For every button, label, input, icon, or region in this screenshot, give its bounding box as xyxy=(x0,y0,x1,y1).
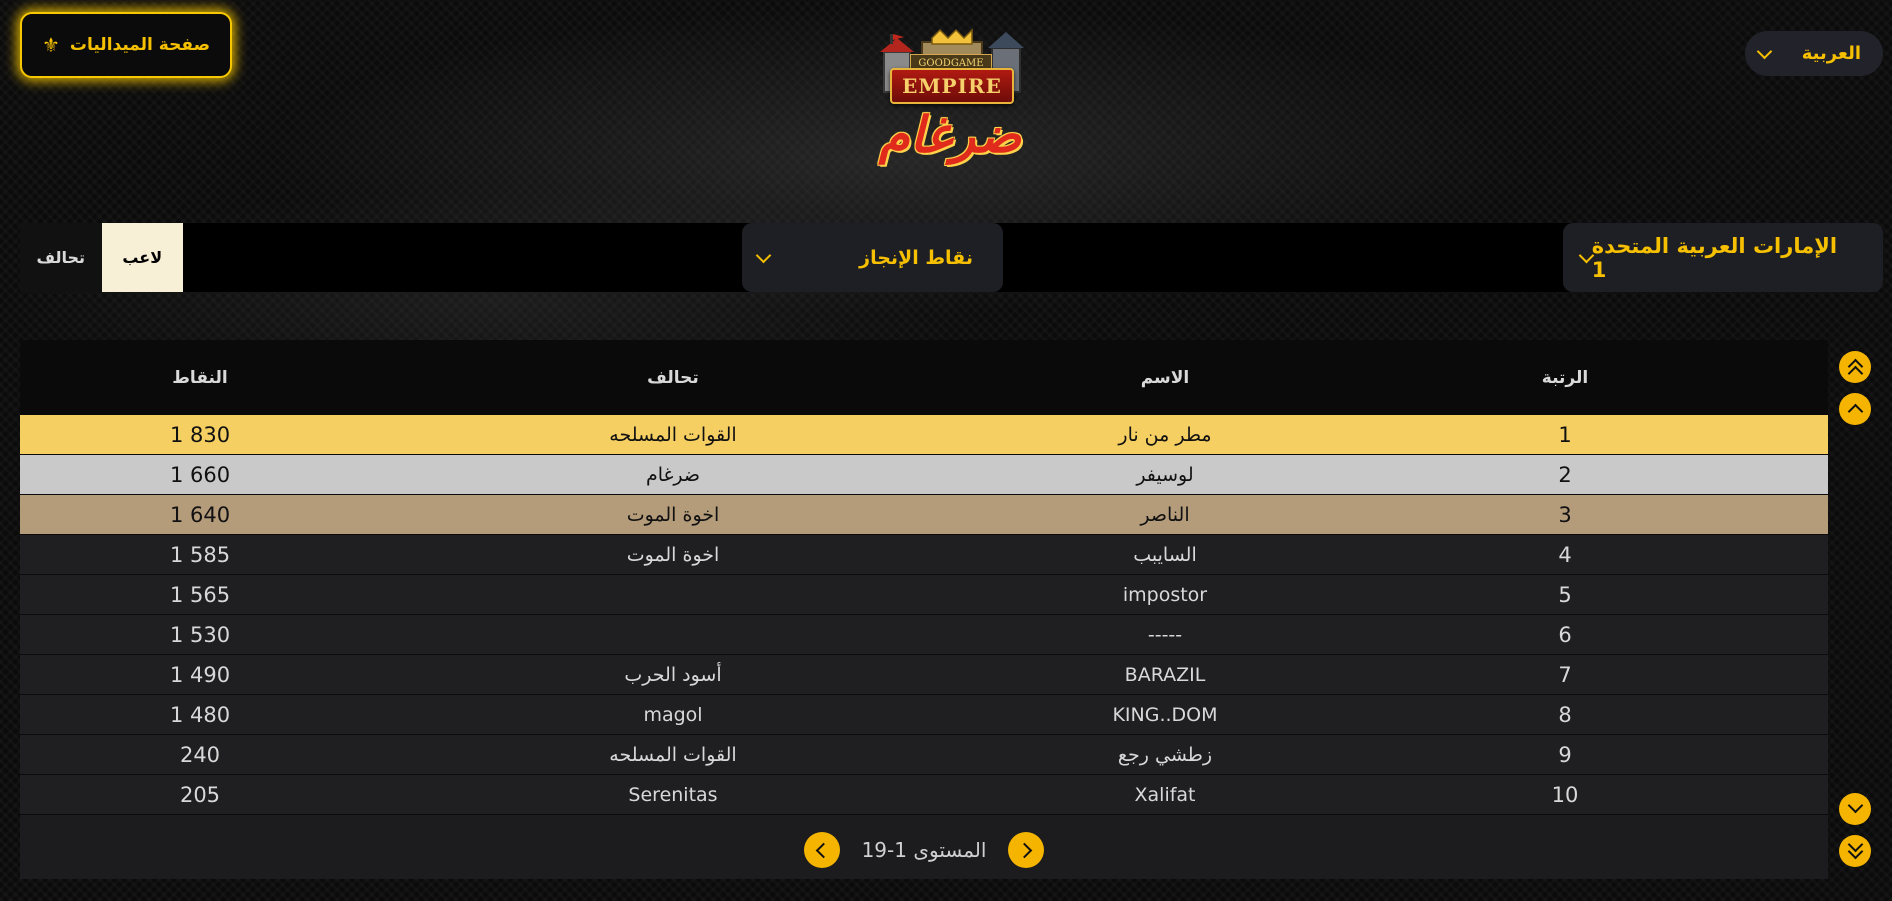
header-name: الاسم xyxy=(1140,367,1190,388)
table-row[interactable]: 1 مطر من نار القوات المسلحه 1 830 xyxy=(20,415,1828,455)
chevron-left-icon xyxy=(815,842,832,858)
cell-alliance[interactable] xyxy=(420,575,926,614)
table-row[interactable]: 8 KING..DOM magol 1 480 xyxy=(20,695,1828,735)
table-row[interactable]: 10 Xalifat Serenitas 205 xyxy=(20,775,1828,815)
cell-points: 1 640 xyxy=(169,502,231,527)
cell-alliance[interactable]: اخوة الموت xyxy=(420,535,926,574)
header-alliance: تحالف xyxy=(647,367,699,388)
chevron-down-icon xyxy=(755,247,772,263)
table-row[interactable]: 7 BARAZIL أسود الحرب 1 490 xyxy=(20,655,1828,695)
scroll-down-button[interactable] xyxy=(1839,793,1871,825)
server-label: الإمارات العربية المتحدة 1 xyxy=(1591,233,1838,282)
player-alliance-toggle: تحالف لاعب xyxy=(20,223,183,292)
medals-page-label: صفحة الميداليات xyxy=(69,35,211,55)
cell-rank: 8 xyxy=(1558,702,1572,727)
cell-name[interactable]: زطشي رجع xyxy=(920,735,1410,774)
cell-points: 1 490 xyxy=(169,662,231,687)
cell-alliance[interactable]: القوات المسلحه xyxy=(420,735,926,774)
scroll-to-bottom-button[interactable] xyxy=(1839,835,1871,867)
cell-name[interactable]: BARAZIL xyxy=(920,655,1410,694)
language-select[interactable]: العربية xyxy=(1745,31,1883,76)
cell-rank: 4 xyxy=(1558,542,1572,567)
cell-name[interactable]: الناصر xyxy=(920,495,1410,534)
toggle-alliance[interactable]: تحالف xyxy=(20,223,102,292)
cell-points: 1 530 xyxy=(169,622,231,647)
chevron-right-icon xyxy=(1016,842,1033,858)
prev-page-button[interactable] xyxy=(803,832,840,868)
cell-rank: 5 xyxy=(1558,582,1572,607)
cell-name[interactable]: مطر من نار xyxy=(920,415,1410,454)
header-points: النقاط xyxy=(172,367,228,388)
cell-points: 205 xyxy=(179,782,221,807)
cell-rank: 10 xyxy=(1551,782,1579,807)
fleur-de-lis-icon: ⚜ xyxy=(41,33,60,57)
cell-points: 1 830 xyxy=(169,422,231,447)
cell-points: 1 585 xyxy=(169,542,231,567)
scroll-up-button[interactable] xyxy=(1839,393,1871,425)
logo-empire-text: EMPIRE xyxy=(890,68,1014,104)
table-row[interactable]: 6 ----- 1 530 xyxy=(20,615,1828,655)
cell-name[interactable]: لوسيفر xyxy=(920,455,1410,494)
cell-name[interactable]: KING..DOM xyxy=(920,695,1410,734)
cell-points: 1 660 xyxy=(169,462,231,487)
logo-clan-name: ضرغام xyxy=(878,106,1022,164)
cell-alliance[interactable]: أسود الحرب xyxy=(420,655,926,694)
cell-rank: 2 xyxy=(1558,462,1572,487)
toggle-player[interactable]: لاعب xyxy=(101,223,183,292)
pagination: المستوى 1-19 xyxy=(20,825,1828,875)
chevron-down-icon xyxy=(1756,43,1773,59)
ranking-table: الرتبة الاسم تحالف النقاط 1 مطر من نار ا… xyxy=(20,340,1828,879)
category-label: نقاط الإنجاز xyxy=(859,246,973,269)
cell-name[interactable]: impostor xyxy=(920,575,1410,614)
cell-rank: 6 xyxy=(1558,622,1572,647)
cell-alliance[interactable]: ضرغام xyxy=(420,455,926,494)
next-page-button[interactable] xyxy=(1008,832,1045,868)
table-row[interactable]: 9 زطشي رجع القوات المسلحه 240 xyxy=(20,735,1828,775)
server-select[interactable]: الإمارات العربية المتحدة 1 xyxy=(1563,223,1883,292)
table-row[interactable]: 5 impostor 1 565 xyxy=(20,575,1828,615)
game-logo: GOODGAME EMPIRE ضرغام xyxy=(850,28,1050,173)
cell-points: 1 565 xyxy=(169,582,231,607)
cell-rank: 1 xyxy=(1558,422,1572,447)
table-row[interactable]: 2 لوسيفر ضرغام 1 660 xyxy=(20,455,1828,495)
table-row[interactable]: 4 السايبب اخوة الموت 1 585 xyxy=(20,535,1828,575)
cell-name[interactable]: ----- xyxy=(920,615,1410,654)
table-row[interactable]: 3 الناصر اخوة الموت 1 640 xyxy=(20,495,1828,535)
page-range-label: المستوى 1-19 xyxy=(861,838,987,862)
cell-name[interactable]: Xalifat xyxy=(920,775,1410,814)
language-label: العربية xyxy=(1801,43,1861,64)
table-header: الرتبة الاسم تحالف النقاط xyxy=(20,340,1828,415)
scroll-to-top-button[interactable] xyxy=(1839,351,1871,383)
cell-rank: 3 xyxy=(1558,502,1572,527)
medals-page-button[interactable]: صفحة الميداليات ⚜ xyxy=(20,12,232,78)
cell-alliance[interactable] xyxy=(420,615,926,654)
category-select[interactable]: نقاط الإنجاز xyxy=(742,223,1003,292)
cell-alliance[interactable]: Serenitas xyxy=(420,775,926,814)
cell-name[interactable]: السايبب xyxy=(920,535,1410,574)
cell-rank: 9 xyxy=(1558,742,1572,767)
cell-alliance[interactable]: magol xyxy=(420,695,926,734)
chevron-down-icon xyxy=(1847,797,1864,814)
cell-alliance[interactable]: القوات المسلحه xyxy=(420,415,926,454)
header-rank: الرتبة xyxy=(1541,367,1589,388)
cell-rank: 7 xyxy=(1558,662,1572,687)
cell-points: 1 480 xyxy=(169,702,231,727)
cell-alliance[interactable]: اخوة الموت xyxy=(420,495,926,534)
chevron-up-icon xyxy=(1847,403,1864,420)
cell-points: 240 xyxy=(179,742,221,767)
